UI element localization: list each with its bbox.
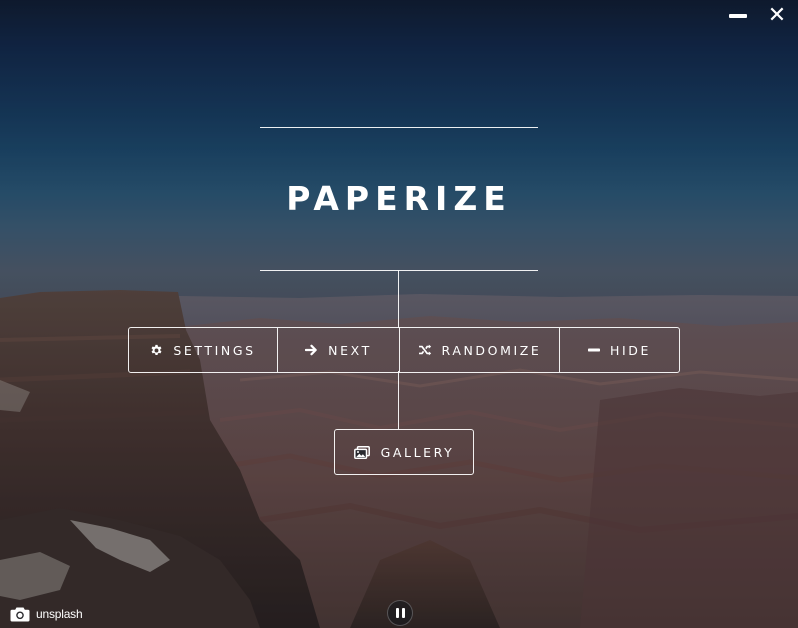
gear-icon (150, 344, 163, 357)
settings-button[interactable]: SETTINGS (129, 328, 277, 372)
images-icon (353, 445, 370, 459)
wallpaper-background (0, 0, 798, 628)
app-title: PAPERIZE (286, 179, 512, 218)
pause-button[interactable] (387, 600, 413, 626)
minimize-icon (729, 14, 747, 18)
hide-button[interactable]: HIDE (559, 328, 679, 372)
connector-line-bottom (398, 371, 399, 429)
title-divider-top (260, 127, 538, 128)
next-label: NEXT (328, 342, 372, 358)
main-menu: SETTINGS NEXT RANDOMIZE HIDE (128, 327, 680, 373)
minus-icon (587, 348, 600, 352)
connector-line-top (398, 270, 399, 328)
randomize-button[interactable]: RANDOMIZE (399, 328, 559, 372)
hide-label: HIDE (609, 342, 651, 358)
close-button[interactable]: ✕ (766, 3, 788, 28)
unsplash-credit-link[interactable]: unsplash (10, 604, 83, 624)
settings-label: SETTINGS (173, 342, 256, 358)
title-divider-bottom (260, 270, 538, 271)
camera-icon (10, 606, 30, 622)
gallery-label: GALLERY (380, 444, 455, 460)
randomize-label: RANDOMIZE (441, 342, 542, 358)
next-button[interactable]: NEXT (277, 328, 399, 372)
minimize-button[interactable] (727, 6, 749, 26)
close-icon: ✕ (767, 3, 787, 28)
shuffle-icon (418, 344, 432, 356)
gallery-button[interactable]: GALLERY (334, 429, 474, 475)
pause-icon (395, 608, 405, 618)
arrow-right-icon (305, 344, 318, 356)
unsplash-label: unsplash (36, 607, 83, 621)
